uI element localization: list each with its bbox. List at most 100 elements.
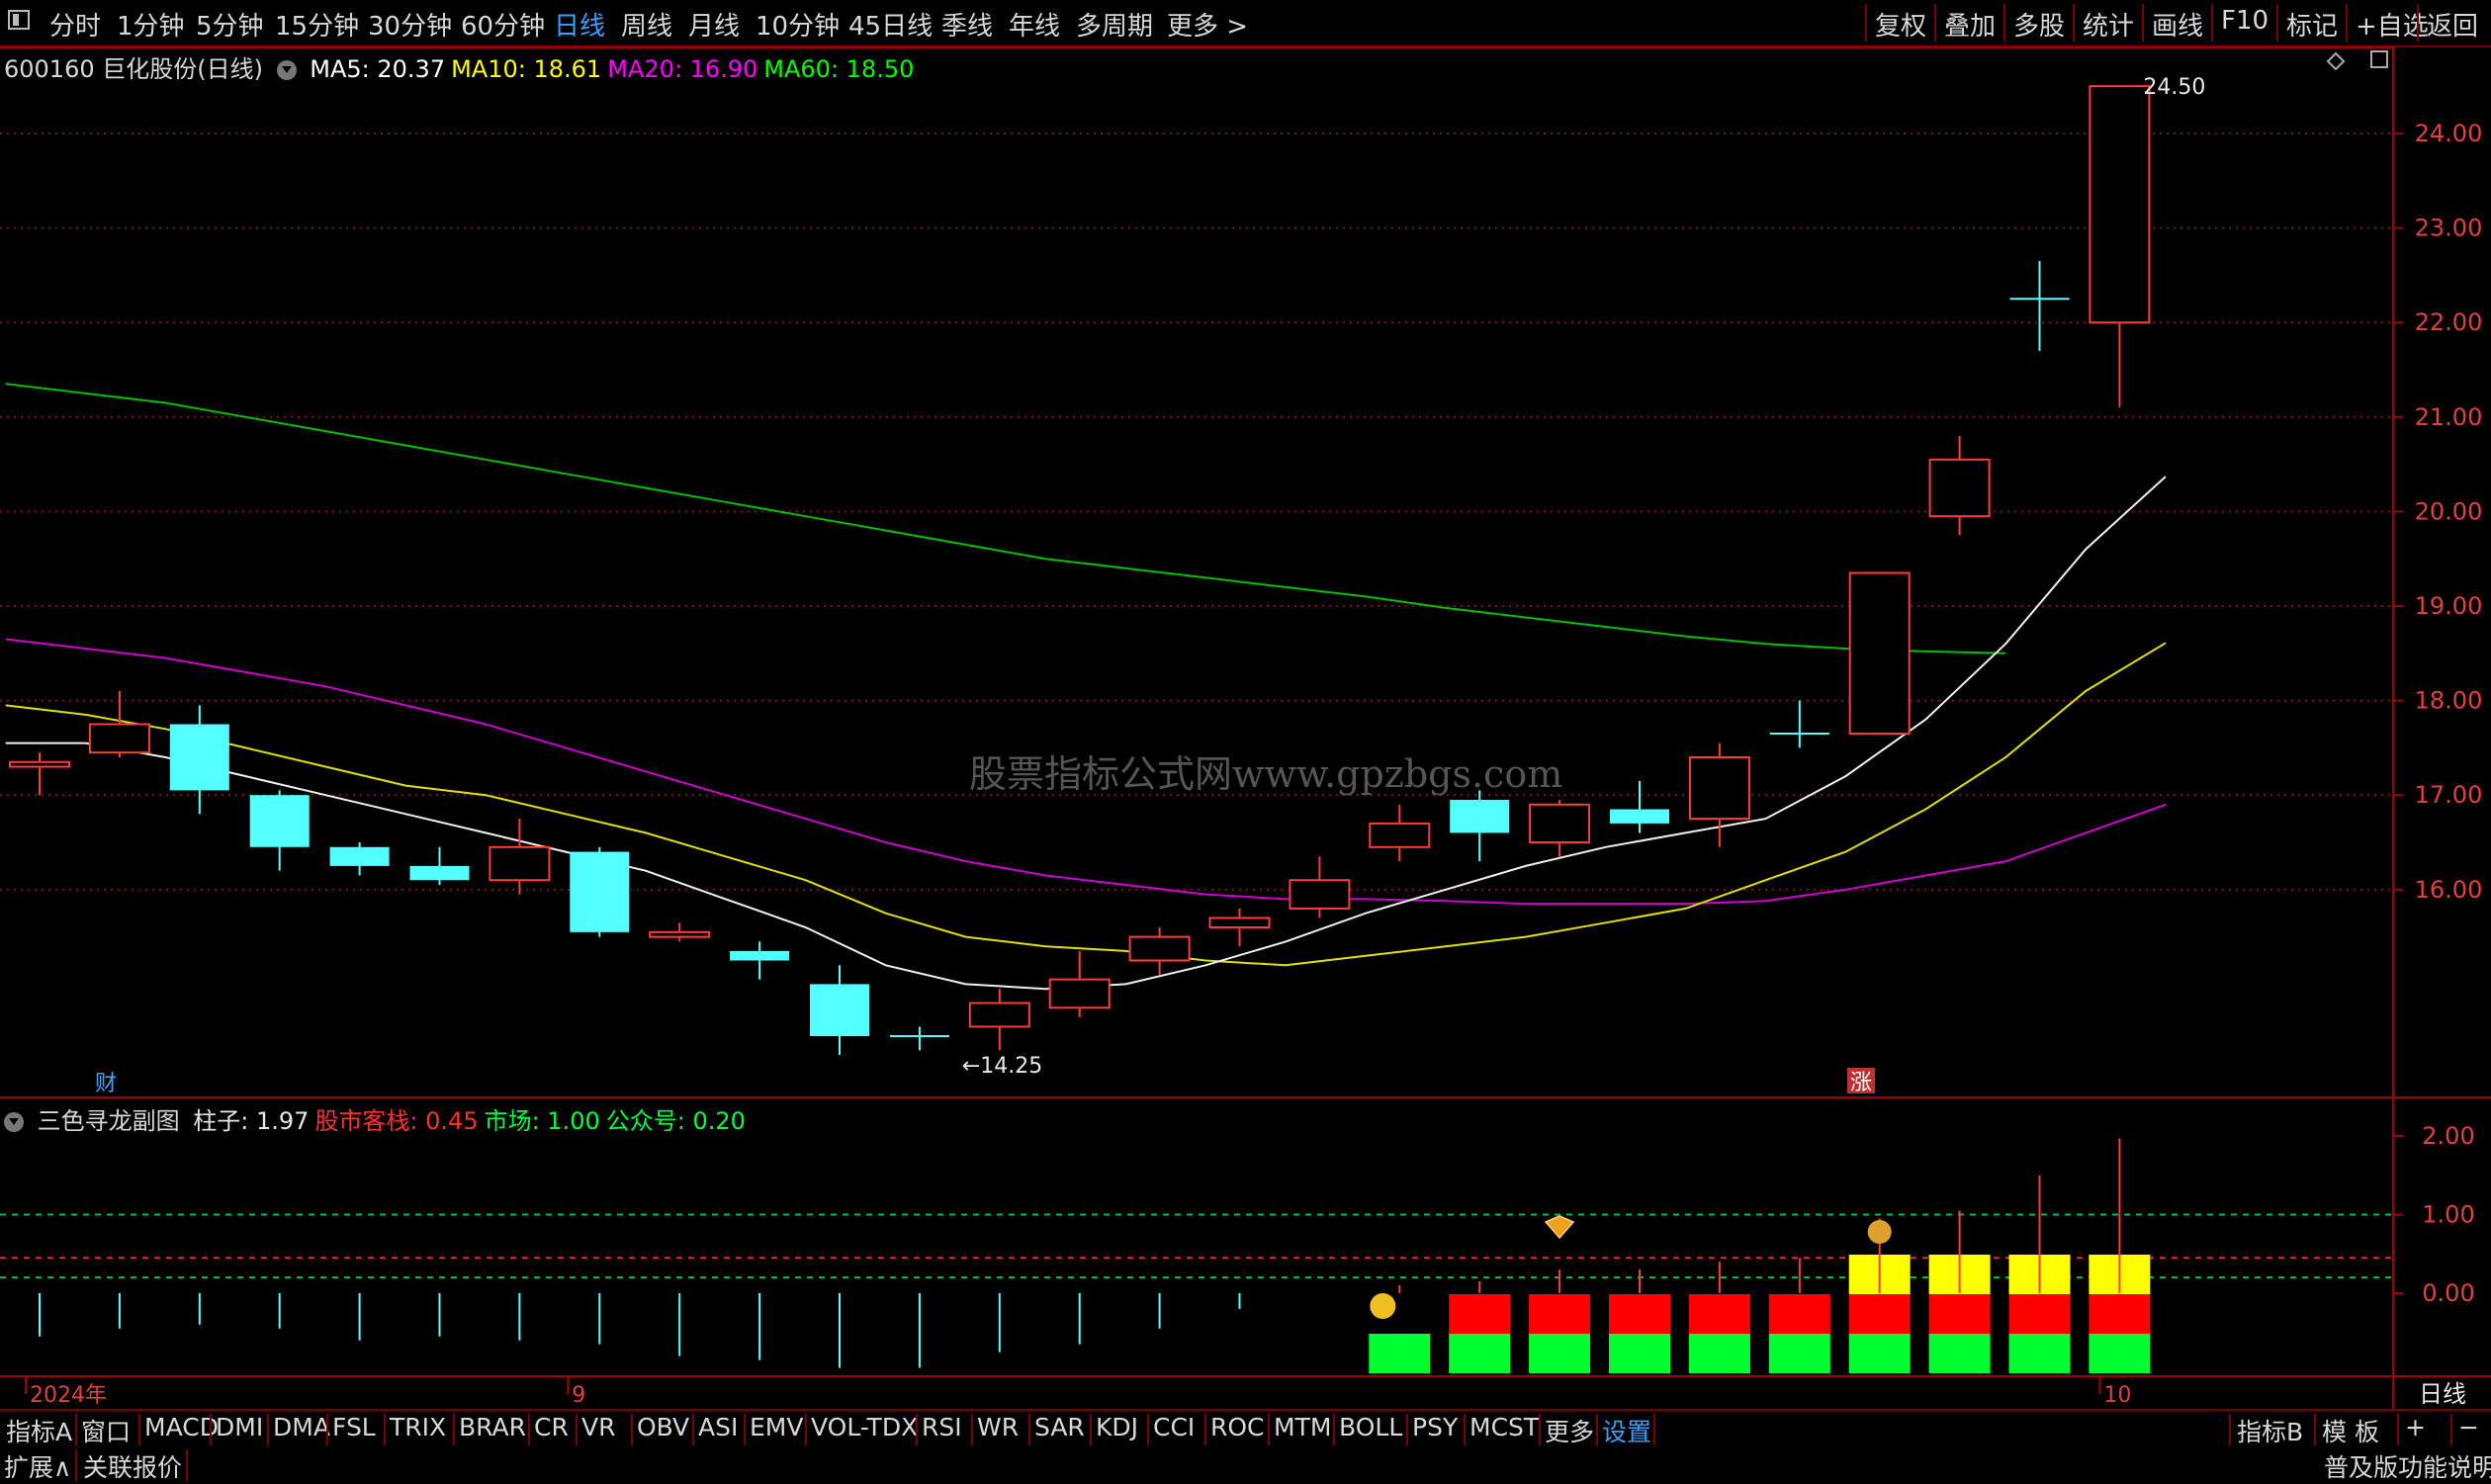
ma10-line xyxy=(5,642,2167,967)
green-block xyxy=(1609,1334,1670,1373)
green-block xyxy=(1848,1334,1911,1373)
money-bag-icon xyxy=(1867,1220,1892,1244)
limit-up-marker: 涨 xyxy=(1850,1071,1872,1095)
indicator-tab-21[interactable]: BOLL xyxy=(1339,1413,1402,1441)
indicator-right-button-3[interactable]: − xyxy=(2458,1413,2479,1441)
red-block xyxy=(1848,1294,1911,1334)
collapse-icon[interactable] xyxy=(276,60,297,80)
indicator-tab-6[interactable]: TRIX xyxy=(390,1413,446,1441)
sub-axis-label: 0.00 xyxy=(2422,1279,2474,1307)
indicator-tab-5[interactable]: FSL xyxy=(332,1413,376,1441)
indicator-tab-7[interactable]: BRAR xyxy=(459,1413,526,1441)
indicator-tab-1[interactable]: 窗口 xyxy=(81,1413,131,1448)
indicator-tab-23[interactable]: MCST xyxy=(1469,1413,1539,1441)
indicator-tab-0[interactable]: 指标A xyxy=(6,1413,72,1448)
time-axis-label: 10 xyxy=(2103,1383,2131,1408)
tab-separator xyxy=(326,1414,328,1445)
tab-separator xyxy=(1653,1414,1655,1445)
green-block xyxy=(1928,1334,1991,1373)
red-block xyxy=(1928,1294,1991,1334)
indicator-tab-20[interactable]: MTM xyxy=(1274,1413,1331,1441)
stock-title: 600160 巨化股份(日线) xyxy=(4,55,263,83)
indicator-tab-24[interactable]: 更多 xyxy=(1545,1413,1594,1448)
price-axis-label: 19.00 xyxy=(2415,592,2483,620)
indicator-tab-16[interactable]: SAR xyxy=(1034,1413,1085,1441)
indicator-tab-14[interactable]: RSI xyxy=(922,1413,962,1441)
indicator-right-button-0[interactable]: 指标B xyxy=(2237,1413,2303,1448)
status-button-0[interactable]: 扩展∧ xyxy=(4,1448,71,1484)
status-separator xyxy=(186,1449,188,1481)
ma-legend-3: MA60: 18.50 xyxy=(763,55,915,83)
candle-body xyxy=(1289,879,1351,910)
tab-separator xyxy=(576,1414,578,1445)
kline-chart[interactable]: 24.00 23.00 22.00 21.00 20.00 19.00 18.00 17.00… xyxy=(0,0,2491,1409)
status-button-1[interactable]: 关联报价 xyxy=(83,1448,182,1484)
tab-separator xyxy=(1464,1414,1466,1445)
indicator-tab-9[interactable]: VR xyxy=(581,1413,615,1441)
indicator-tab-13[interactable]: VOL-TDX xyxy=(811,1413,918,1441)
collapse-icon[interactable] xyxy=(4,1112,24,1132)
red-block xyxy=(2089,1294,2151,1334)
candle-body xyxy=(1848,571,1911,736)
ma60-line xyxy=(5,383,2006,655)
ma-legend-0: MA5: 20.37 xyxy=(310,55,446,83)
indicator-tab-22[interactable]: PSY xyxy=(1412,1413,1458,1441)
price-axis-label: 24.00 xyxy=(2415,120,2483,147)
indicator-tab-4[interactable]: DMA xyxy=(273,1413,330,1441)
green-block xyxy=(2008,1334,2071,1373)
indicator-tab-2[interactable]: MACD xyxy=(144,1413,219,1441)
ma5-line xyxy=(5,476,2167,991)
ma-legend-2: MA20: 16.90 xyxy=(607,55,758,83)
indicator-tab-17[interactable]: KDJ xyxy=(1096,1413,1138,1441)
red-block xyxy=(1609,1294,1670,1334)
price-axis-label: 23.00 xyxy=(2415,215,2483,242)
indicator-right-button-2[interactable]: + xyxy=(2405,1413,2426,1441)
tab-separator xyxy=(1028,1414,1030,1445)
tab-separator xyxy=(1204,1414,1206,1445)
tab-separator xyxy=(971,1414,973,1445)
tab-separator xyxy=(267,1414,269,1445)
tab-separator xyxy=(1333,1414,1335,1445)
indicator-tab-15[interactable]: WR xyxy=(977,1413,1019,1441)
finance-marker: 财 xyxy=(95,1072,117,1096)
tab-separator xyxy=(2229,1414,2231,1445)
indicator-tab-18[interactable]: CCI xyxy=(1153,1413,1195,1441)
red-block xyxy=(2008,1294,2071,1334)
price-axis-label: 20.00 xyxy=(2415,497,2483,525)
candle-body xyxy=(1928,458,1991,518)
period-label: 日线 xyxy=(2419,1380,2466,1408)
tab-separator xyxy=(916,1414,918,1445)
price-axis-label: 18.00 xyxy=(2415,687,2483,715)
indicator-tab-10[interactable]: OBV xyxy=(637,1413,689,1441)
tab-separator xyxy=(528,1414,530,1445)
price-axis-label: 21.00 xyxy=(2415,403,2483,431)
candle-body xyxy=(730,950,790,961)
candle-body xyxy=(409,865,470,881)
indicator-tab-12[interactable]: EMV xyxy=(750,1413,803,1441)
tab-separator xyxy=(1596,1414,1598,1445)
indicator-tab-19[interactable]: ROC xyxy=(1210,1413,1265,1441)
indicator-tab-11[interactable]: ASI xyxy=(698,1413,738,1441)
tab-separator xyxy=(805,1414,807,1445)
indicator-tab-8[interactable]: CR xyxy=(534,1413,569,1441)
candle-body xyxy=(489,845,551,882)
feature-help-link[interactable]: 普及版功能说明 xyxy=(2324,1448,2491,1484)
tab-separator xyxy=(1090,1414,1092,1445)
candle-body xyxy=(968,1002,1030,1028)
indicator-tab-25[interactable]: 设置 xyxy=(1602,1413,1651,1448)
candle-body xyxy=(1450,799,1510,833)
candle-body xyxy=(1208,917,1271,929)
candle-body xyxy=(1128,935,1191,962)
indicator-right-button-1[interactable]: 模 板 xyxy=(2322,1413,2379,1448)
restore-icon xyxy=(2370,50,2388,68)
sub-chart-legend: 三色寻龙副图 柱子: 1.97 股市客栈: 0.45 市场: 1.00 公众号: 0.… xyxy=(4,1101,752,1136)
indicator-tab-3[interactable]: DMI xyxy=(216,1413,263,1441)
low-price-label: ←14.25 xyxy=(962,1054,1042,1079)
red-block xyxy=(1768,1294,1830,1334)
price-axis-label: 22.00 xyxy=(2415,308,2483,336)
tab-separator xyxy=(692,1414,694,1445)
candle-body xyxy=(570,851,630,932)
candle-body xyxy=(810,984,869,1036)
tab-separator xyxy=(2314,1414,2316,1445)
candle-body xyxy=(1688,755,1750,821)
